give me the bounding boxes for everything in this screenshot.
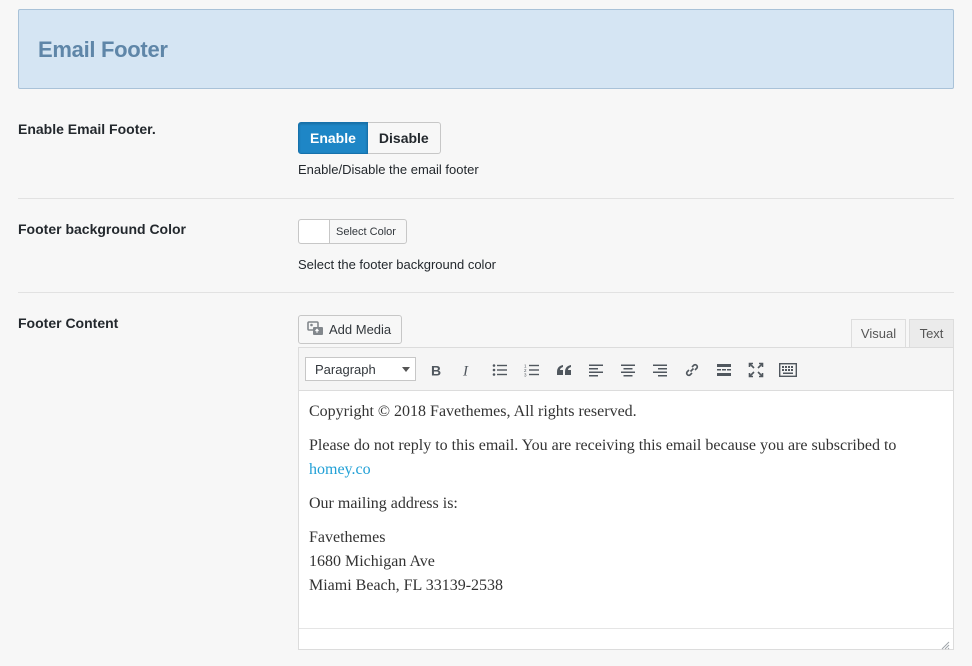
svg-text:I: I (462, 364, 469, 378)
address-block: Favethemes 1680 Michigan Ave Miami Beach… (309, 526, 945, 598)
mailing-address-heading: Our mailing address is: (309, 495, 458, 512)
add-media-button[interactable]: Add Media (298, 315, 402, 344)
read-more-icon[interactable] (713, 359, 735, 381)
align-left-icon[interactable] (585, 359, 607, 381)
editor-toolbar: Paragraph B I 1 2 3 (299, 348, 953, 391)
enable-footer-label: Enable Email Footer. (18, 121, 156, 137)
resize-handle-icon[interactable] (941, 637, 950, 650)
enable-toggle-group: Enable Disable (298, 122, 441, 154)
section-header: Email Footer (18, 9, 954, 89)
bold-icon[interactable]: B (425, 359, 447, 381)
color-swatch[interactable] (299, 220, 330, 243)
disable-button[interactable]: Disable (367, 122, 441, 154)
add-media-icon (307, 320, 324, 339)
chevron-down-icon (402, 367, 410, 372)
toolbar-toggle-icon[interactable] (777, 359, 799, 381)
select-color-button[interactable]: Select Color (298, 219, 407, 244)
row-divider (18, 198, 954, 199)
svg-text:3: 3 (524, 373, 527, 378)
enable-footer-help: Enable/Disable the email footer (298, 162, 479, 177)
copyright-line: Copyright © 2018 Favethemes, All rights … (309, 403, 637, 420)
no-reply-paragraph: Please do not reply to this email. You a… (309, 434, 945, 482)
align-right-icon[interactable] (649, 359, 671, 381)
address-line: 1680 Michigan Ave (309, 553, 435, 570)
svg-text:B: B (431, 363, 441, 377)
link-icon[interactable] (681, 359, 703, 381)
align-center-icon[interactable] (617, 359, 639, 381)
homey-link[interactable]: homey.co (309, 461, 371, 478)
tab-text[interactable]: Text (909, 319, 954, 348)
row-divider (18, 292, 954, 293)
address-line: Miami Beach, FL 33139-2538 (309, 577, 504, 594)
editor-status-bar (299, 628, 953, 650)
blockquote-icon[interactable] (553, 359, 575, 381)
address-line: Favethemes (309, 529, 386, 546)
fullscreen-icon[interactable] (745, 359, 767, 381)
numbered-list-icon[interactable]: 1 2 3 (521, 359, 543, 381)
bullet-list-icon[interactable] (489, 359, 511, 381)
footer-content-label: Footer Content (18, 315, 119, 331)
no-reply-text: Please do not reply to this email. You a… (309, 437, 897, 454)
section-title: Email Footer (38, 37, 168, 62)
footer-bg-color-help: Select the footer background color (298, 257, 497, 272)
italic-icon[interactable]: I (456, 359, 478, 381)
enable-button[interactable]: Enable (298, 122, 368, 154)
tab-visual[interactable]: Visual (851, 319, 906, 348)
footer-bg-color-label: Footer background Color (18, 221, 186, 237)
format-select-value: Paragraph (315, 361, 376, 377)
add-media-label: Add Media (329, 322, 392, 337)
editor-content[interactable]: Copyright © 2018 Favethemes, All rights … (309, 400, 945, 608)
select-color-label: Select Color (336, 225, 396, 238)
rich-text-editor: Paragraph B I 1 2 3 Copyright © 2018 Fav… (298, 347, 954, 650)
format-select[interactable]: Paragraph (305, 357, 416, 381)
